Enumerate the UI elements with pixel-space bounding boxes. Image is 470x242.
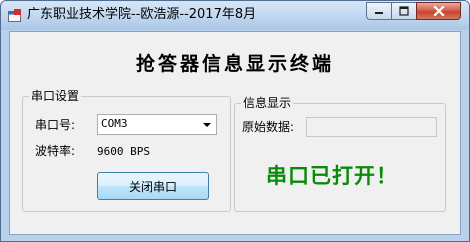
baud-value: 9600 BPS xyxy=(97,145,150,158)
app-heading: 抢答器信息显示终端 xyxy=(135,53,334,75)
maximize-button[interactable] xyxy=(391,2,417,20)
app-icon xyxy=(8,9,21,22)
raw-data-label: 原始数据: xyxy=(242,120,295,134)
client-area: 抢答器信息显示终端 串口设置 串口号: COM3 波特率: 9600 BPS 关… xyxy=(9,31,461,235)
title-bar[interactable]: 广东职业技术学院--欧浩源--2017年8月 xyxy=(1,1,469,30)
info-display-legend: 信息显示 xyxy=(241,95,294,111)
app-window: 广东职业技术学院--欧浩源--2017年8月 抢答器信息显示终端 串口设置 串口… xyxy=(0,0,470,242)
serial-settings-legend: 串口设置 xyxy=(29,88,82,104)
port-select[interactable]: COM3 xyxy=(97,114,217,135)
baud-label: 波特率: xyxy=(35,144,76,158)
close-icon xyxy=(432,6,445,16)
port-label: 串口号: xyxy=(35,118,76,132)
status-message: 串口已打开！ xyxy=(266,164,398,188)
chevron-down-icon[interactable] xyxy=(203,123,211,127)
window-title: 广东职业技术学院--欧浩源--2017年8月 xyxy=(27,7,257,22)
minimize-icon xyxy=(375,12,383,14)
port-select-value: COM3 xyxy=(101,117,128,130)
minimize-button[interactable] xyxy=(366,2,392,20)
close-port-button[interactable]: 关闭串口 xyxy=(97,172,209,200)
close-button[interactable] xyxy=(416,2,461,20)
maximize-icon xyxy=(399,6,409,16)
raw-data-field[interactable] xyxy=(306,117,437,137)
